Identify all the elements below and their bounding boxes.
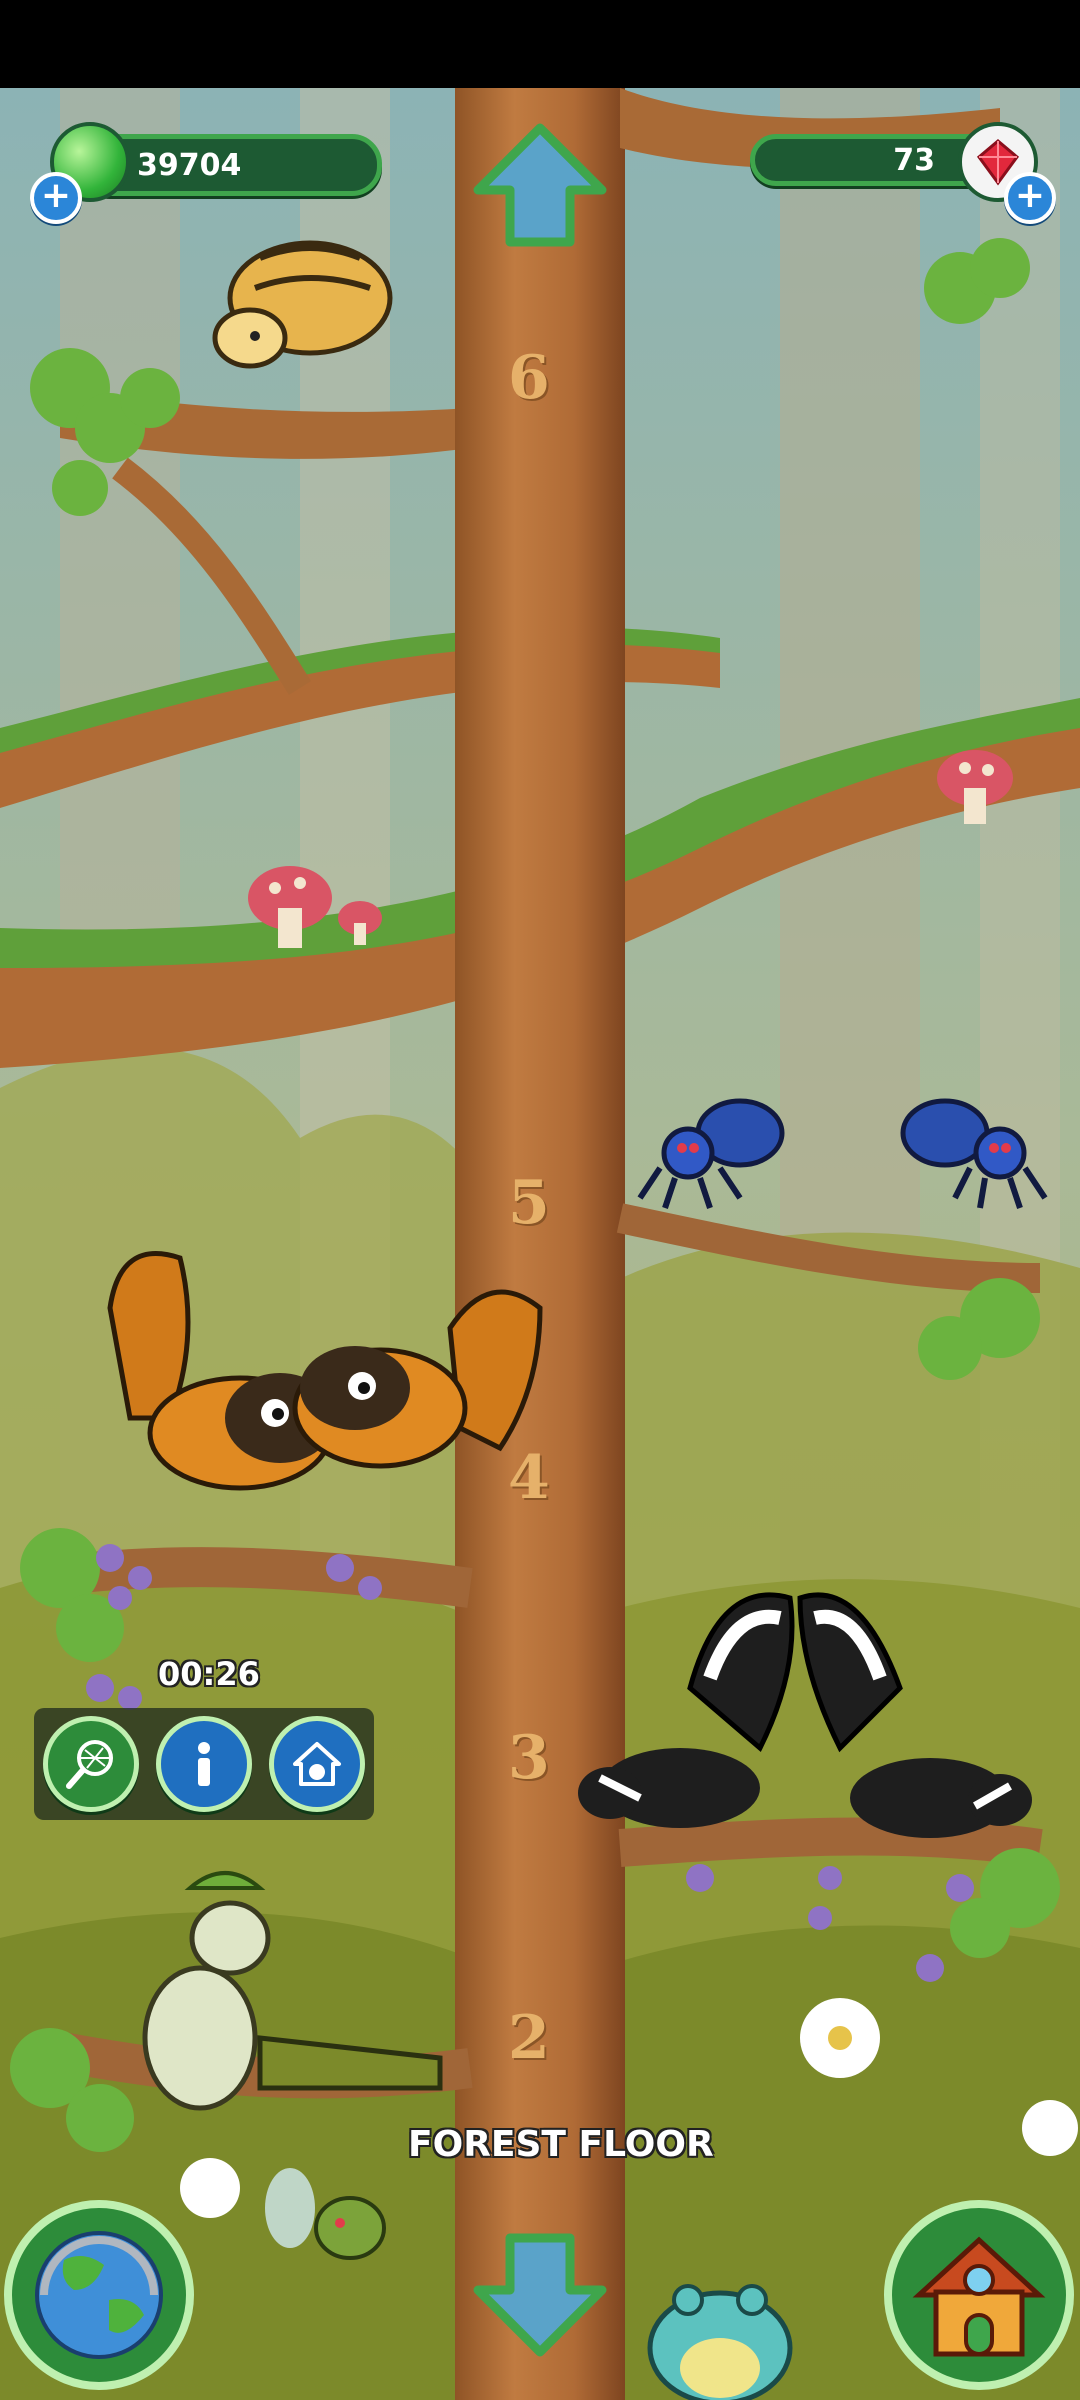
info-icon	[197, 1742, 210, 1786]
diamonds-value: 73	[893, 142, 935, 178]
habitat-button[interactable]	[269, 1716, 366, 1812]
habitat-icon	[293, 1742, 342, 1786]
action-panel	[34, 1708, 374, 1820]
net-icon	[65, 1740, 113, 1789]
breeding-timer: 00:26	[158, 1655, 260, 1693]
house-icon	[912, 2236, 1046, 2357]
floor-number-5: 5	[508, 1168, 550, 1238]
floor-label: FOREST FLOOR	[408, 2124, 714, 2165]
floor-number-4: 4	[508, 1443, 550, 1513]
net-button[interactable]	[42, 1716, 139, 1812]
floor-number-2: 2	[508, 2003, 550, 2073]
floor-down-button[interactable]	[470, 2230, 610, 2360]
arrow-down-icon	[473, 2233, 607, 2357]
floor-up-button[interactable]	[470, 120, 610, 250]
add-diamonds-button[interactable]: +	[1004, 172, 1056, 224]
arrow-up-icon	[473, 123, 607, 247]
globe-icon	[35, 2231, 163, 2359]
home-button[interactable]	[884, 2200, 1074, 2390]
add-gems-button[interactable]: +	[30, 172, 82, 224]
forest-scene: 6 5 4 3 2	[0, 88, 1080, 2400]
info-button[interactable]	[155, 1716, 252, 1812]
floor-number-3: 3	[508, 1723, 550, 1793]
floor-number-6: 6	[508, 343, 550, 413]
gems-value: 39704	[137, 147, 242, 183]
world-map-button[interactable]	[4, 2200, 194, 2390]
